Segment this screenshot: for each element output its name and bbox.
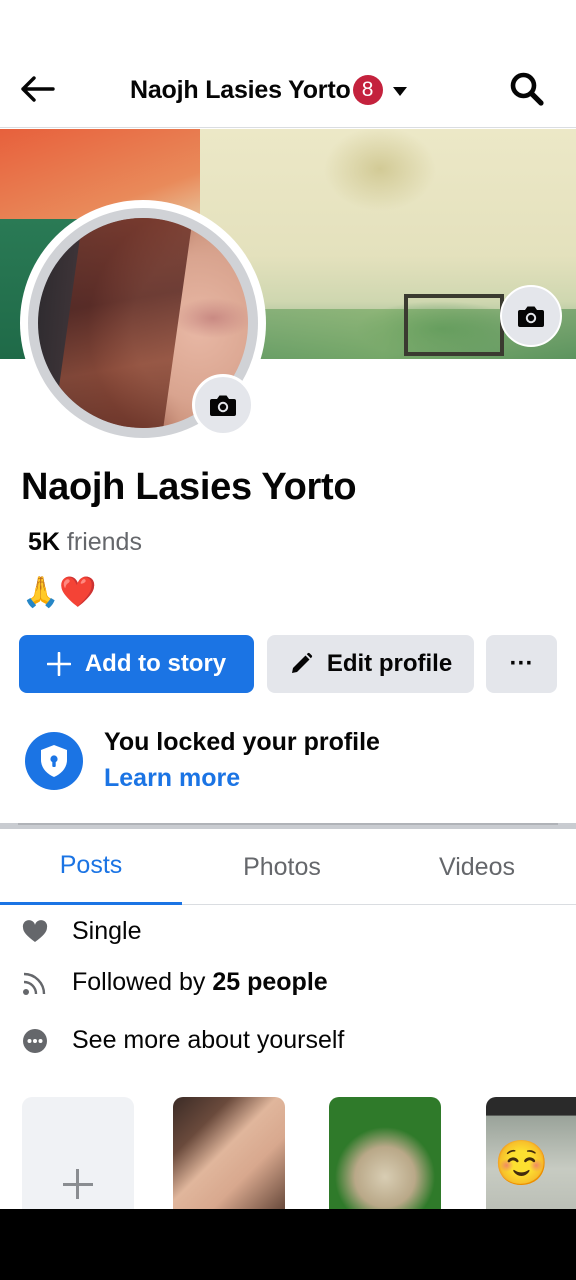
more-options-button[interactable]: ··· xyxy=(486,635,557,693)
friends-count[interactable]: 5K friends xyxy=(28,528,142,557)
pencil-icon xyxy=(289,652,313,676)
tab-videos[interactable]: Videos xyxy=(382,829,572,905)
plus-icon xyxy=(46,652,71,676)
featured-story-thumbnail[interactable] xyxy=(173,1097,285,1217)
edit-profile-button[interactable]: Edit profile xyxy=(267,635,474,693)
shield-lock-icon xyxy=(25,732,83,790)
friends-number: 5K xyxy=(28,528,60,556)
featured-story-thumbnail[interactable] xyxy=(329,1097,441,1217)
ellipsis-circle-icon xyxy=(22,1028,48,1054)
relationship-status: Single xyxy=(0,911,576,951)
friends-label: friends xyxy=(66,528,142,556)
profile-name: Naojh Lasies Yorto xyxy=(21,466,357,508)
edit-profile-label: Edit profile xyxy=(326,650,453,677)
add-featured-story[interactable] xyxy=(22,1097,134,1217)
learn-more-link[interactable]: Learn more xyxy=(104,764,240,793)
followers-count: 25 people xyxy=(212,967,328,996)
followers-info[interactable]: Followed by 25 people xyxy=(0,962,576,1002)
see-more-about[interactable]: See more about yourself xyxy=(0,1020,576,1060)
followers-prefix: Followed by xyxy=(72,967,206,996)
followers-text: Followed by 25 people xyxy=(72,968,328,997)
tab-photos[interactable]: Photos xyxy=(190,829,374,905)
system-navigation-bar xyxy=(0,1209,576,1280)
locked-profile-title: You locked your profile xyxy=(104,728,380,756)
more-options-icon: ··· xyxy=(509,650,534,677)
rss-feed-icon xyxy=(22,970,48,996)
heart-icon xyxy=(22,919,48,945)
cover-camera-icon[interactable] xyxy=(500,285,562,347)
caret-down-icon xyxy=(392,86,407,96)
profile-tabs: Posts Photos Videos xyxy=(0,829,576,905)
featured-story-thumbnail[interactable]: ☺️ xyxy=(486,1097,576,1217)
profile-switcher[interactable]: Naojh Lasies Yorto 8 xyxy=(130,72,407,108)
avatar-decoration xyxy=(53,218,193,428)
divider-line xyxy=(18,823,558,825)
notification-badge: 8 xyxy=(352,75,383,105)
bio-emoji: 🙏❤️ xyxy=(22,576,97,609)
top-app-bar: Naojh Lasies Yorto 8 xyxy=(0,50,576,128)
story-emoji: ☺️ xyxy=(494,1139,549,1188)
relationship-text: Single xyxy=(72,916,142,945)
plus-icon xyxy=(63,1183,93,1186)
see-more-text: See more about yourself xyxy=(72,1025,345,1054)
search-icon[interactable] xyxy=(506,68,548,110)
add-to-story-button[interactable]: Add to story xyxy=(19,635,254,693)
avatar-camera-icon[interactable] xyxy=(192,374,254,436)
cover-decoration xyxy=(404,294,504,356)
tab-posts[interactable]: Posts xyxy=(0,829,182,905)
back-arrow-icon[interactable] xyxy=(18,70,58,108)
header-title: Naojh Lasies Yorto xyxy=(130,75,351,104)
add-to-story-label: Add to story xyxy=(84,650,227,677)
